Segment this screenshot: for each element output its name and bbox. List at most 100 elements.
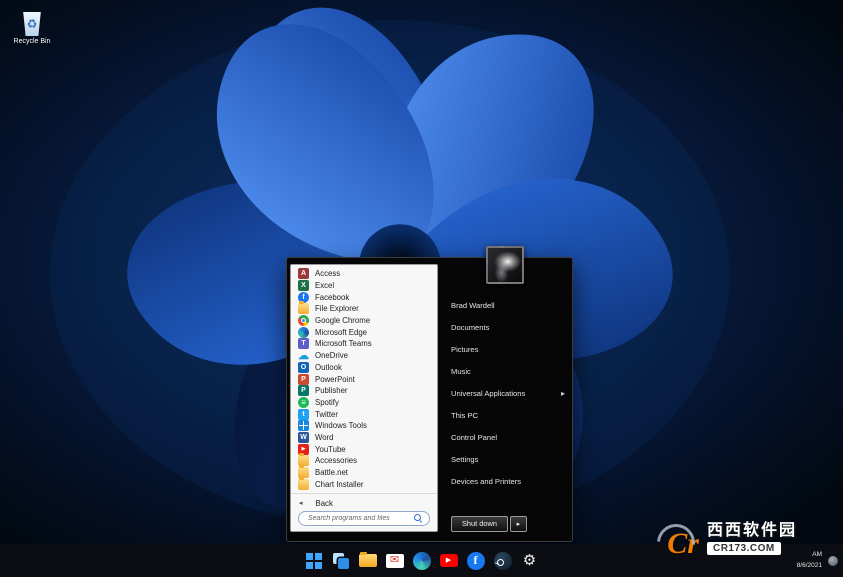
- start-menu-item[interactable]: Outlook: [291, 361, 437, 374]
- start-menu-item[interactable]: Access: [291, 268, 437, 280]
- facebook-f-glyph: f: [466, 551, 485, 570]
- start-menu-item-label: Microsoft Edge: [315, 327, 368, 337]
- folder-glyph: [358, 551, 377, 567]
- submenu-arrow-icon: ▸: [560, 388, 565, 398]
- taskbar-clock[interactable]: AM 8/6/2021: [797, 550, 822, 571]
- start-menu-right-item-label: Pictures: [451, 344, 479, 354]
- back-arrow-icon: ◂: [299, 500, 303, 508]
- start-menu-item-label: Windows Tools: [315, 421, 367, 431]
- start-menu-item[interactable]: Windows Tools: [291, 420, 437, 432]
- start-menu-right-item[interactable]: This PC: [438, 404, 572, 426]
- windows-tools-icon: [298, 420, 309, 432]
- outlook-icon: [298, 361, 309, 373]
- start-menu-program-list: Access ExcelFacebook File Explorer Google C…: [291, 268, 437, 490]
- start-menu-item[interactable]: Accessories: [291, 453, 437, 467]
- twitter-icon: [298, 408, 309, 420]
- start-menu-right-item[interactable]: Settings: [438, 448, 572, 470]
- start-menu-item[interactable]: Publisher: [291, 385, 437, 397]
- start-menu-item-label: YouTube: [315, 444, 346, 454]
- shutdown-button[interactable]: Shut down: [451, 516, 508, 532]
- start-menu-item[interactable]: Battle.net: [291, 465, 437, 479]
- start-menu-item[interactable]: Word: [291, 431, 437, 444]
- start-menu-item-label: Accessories: [315, 456, 358, 466]
- start-menu-right-item-label: Settings: [451, 454, 479, 464]
- search-input[interactable]: [306, 514, 414, 523]
- start-menu-item-label: Outlook: [315, 362, 342, 372]
- chrome-icon: [298, 315, 309, 327]
- user-avatar[interactable]: [486, 246, 524, 284]
- clock-date: 8/6/2021: [796, 561, 822, 569]
- folder-icon: [298, 476, 309, 490]
- user-name-item[interactable]: Brad Wardell: [438, 294, 572, 316]
- start-menu-right-item[interactable]: Control Panel: [438, 426, 572, 448]
- recycle-bin-label: Recycle Bin: [13, 38, 51, 45]
- taskbar: ✉ ▶ f ⚙ AM 8/6/2021: [0, 544, 843, 577]
- facebook-icon[interactable]: f: [464, 549, 488, 573]
- search-icon[interactable]: [414, 514, 423, 523]
- start-menu-item-label: Microsoft Teams: [315, 339, 372, 349]
- start-menu-item[interactable]: Chart Installer: [291, 476, 437, 490]
- file-explorer-icon[interactable]: [356, 549, 380, 573]
- start-menu-right-item[interactable]: Music: [438, 360, 572, 382]
- steam-icon[interactable]: [491, 549, 515, 573]
- start-menu-item[interactable]: Microsoft Teams: [291, 338, 437, 350]
- start-menu-right-item[interactable]: Devices and Printers: [438, 470, 572, 492]
- mail-icon[interactable]: ✉: [383, 549, 407, 573]
- task-view-glyph: [332, 552, 349, 569]
- start-menu-item[interactable]: Google Chrome: [291, 315, 437, 327]
- tray-status-icon[interactable]: [828, 555, 838, 566]
- start-menu-item-label: File Explorer: [315, 304, 359, 314]
- start-menu-item[interactable]: Excel: [291, 280, 437, 292]
- edge-icon[interactable]: [410, 549, 434, 573]
- start-menu-item-label: OneDrive: [315, 351, 348, 361]
- onedrive-icon: [298, 350, 309, 361]
- back-label: Back: [315, 498, 333, 508]
- start-menu-item-label: Word: [315, 432, 334, 442]
- start-menu-right-item[interactable]: Pictures: [438, 338, 572, 360]
- start-menu-right-item-label: This PC: [451, 410, 479, 420]
- access-icon: [298, 268, 309, 280]
- start-menu-item-label: PowerPoint: [315, 374, 355, 384]
- start-menu-item-label: Access: [315, 269, 341, 279]
- start-menu-right-item-label: Control Panel: [451, 432, 498, 442]
- start-menu-right-item-label: Devices and Printers: [451, 476, 522, 486]
- play-glyph: ▶: [439, 554, 458, 567]
- start-menu-item[interactable]: PowerPoint: [291, 373, 437, 385]
- start-menu-item-label: Google Chrome: [315, 316, 371, 326]
- start-menu-right-item[interactable]: Universal Applications ▸: [438, 382, 572, 404]
- back-button[interactable]: ◂ Back: [291, 497, 437, 509]
- edge-icon: [298, 326, 309, 338]
- start-search-box: [298, 511, 430, 526]
- start-menu-item[interactable]: Twitter: [291, 408, 437, 420]
- start-menu-item-label: Facebook: [315, 292, 350, 302]
- start-menu: Access ExcelFacebook File Explorer Google C…: [286, 246, 573, 542]
- shutdown-options-arrow[interactable]: ▸: [509, 516, 527, 532]
- task-view-icon[interactable]: [329, 549, 353, 573]
- system-tray: AM 8/6/2021: [797, 544, 838, 577]
- start-menu-right-item-label: Documents: [451, 322, 490, 332]
- start-menu-item-label: Chart Installer: [315, 479, 364, 489]
- start-menu-item[interactable]: OneDrive: [291, 350, 437, 362]
- excel-icon: [298, 280, 309, 292]
- youtube-icon[interactable]: ▶: [437, 549, 461, 573]
- recycle-bin-icon: ♻: [23, 12, 41, 36]
- teams-icon: [298, 338, 309, 350]
- user-name: Brad Wardell: [451, 300, 495, 310]
- start-menu-right-item-label: Universal Applications: [451, 388, 526, 398]
- start-menu-places-list: Documents Pictures Music Universal Applicat…: [438, 316, 572, 492]
- powerpoint-icon: [298, 373, 309, 385]
- start-menu-item[interactable]: File Explorer: [291, 301, 437, 315]
- start-menu-item[interactable]: Spotify: [291, 396, 437, 409]
- start-menu-item-label: Spotify: [315, 397, 339, 407]
- start-menu-item[interactable]: YouTube: [291, 443, 437, 455]
- start-menu-back-section: ◂ Back: [291, 493, 437, 509]
- start-button[interactable]: [302, 549, 326, 573]
- start-menu-item[interactable]: Facebook: [291, 291, 437, 303]
- start-menu-right-item[interactable]: Documents: [438, 316, 572, 338]
- start-menu-item[interactable]: Microsoft Edge: [291, 326, 437, 338]
- recycle-bin[interactable]: ♻ Recycle Bin: [6, 12, 58, 45]
- windows-logo-icon: [305, 552, 322, 569]
- word-icon: [298, 431, 309, 443]
- settings-icon[interactable]: ⚙: [518, 549, 542, 573]
- steam-glyph: [493, 551, 512, 570]
